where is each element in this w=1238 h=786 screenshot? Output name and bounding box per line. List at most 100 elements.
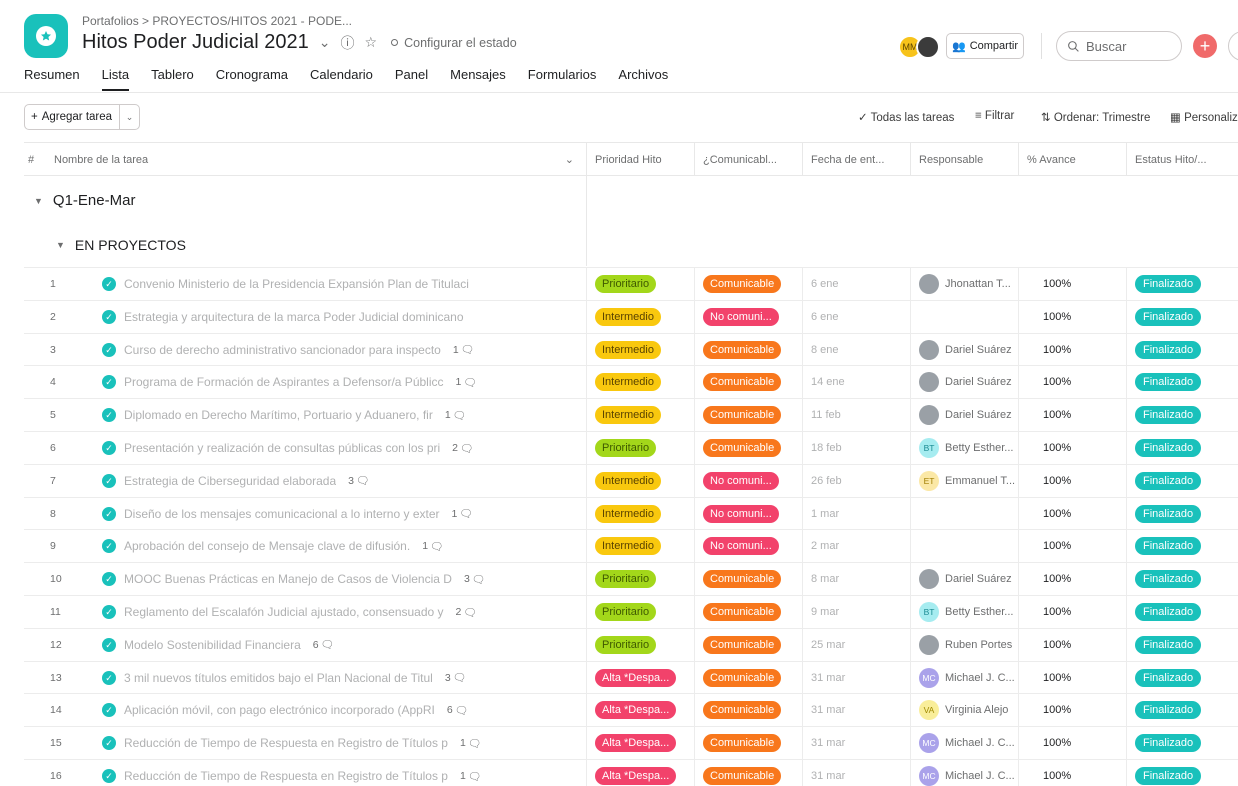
- status-cell[interactable]: Finalizado: [1126, 727, 1238, 760]
- assignee-cell[interactable]: MC Michael J. C...: [910, 760, 1018, 786]
- status-cell[interactable]: Finalizado: [1126, 268, 1238, 300]
- comment-count[interactable]: 1 🗨: [453, 343, 474, 357]
- tab-lista[interactable]: Lista: [101, 67, 130, 91]
- section-group[interactable]: ▼ EN PROYECTOS: [56, 237, 186, 253]
- due-date-cell[interactable]: 8 mar: [802, 563, 910, 596]
- assignee-cell[interactable]: ET Emmanuel T...: [910, 464, 1018, 497]
- comment-count[interactable]: 1 🗨: [452, 507, 473, 521]
- task-name[interactable]: 3 mil nuevos títulos emitidos bajo el Pl…: [124, 671, 433, 685]
- comment-count[interactable]: 1 🗨: [456, 376, 477, 389]
- due-date-cell[interactable]: 26 feb: [802, 464, 910, 497]
- task-name-cell[interactable]: ✓ Aplicación móvil, con pago electrónico …: [76, 694, 586, 726]
- info-icon[interactable]: ⓘ: [341, 33, 355, 53]
- task-name[interactable]: Estrategia y arquitectura de la marca Po…: [124, 310, 464, 324]
- priority-cell[interactable]: Intermedio: [586, 497, 694, 530]
- progress-cell[interactable]: 100%: [1018, 727, 1126, 760]
- assignee-cell[interactable]: [910, 497, 1018, 530]
- task-name-cell[interactable]: ✓ 3 mil nuevos títulos emitidos bajo el …: [76, 662, 586, 694]
- priority-cell[interactable]: Intermedio: [586, 399, 694, 432]
- communicable-cell[interactable]: Comunicable: [694, 333, 802, 366]
- communicable-cell[interactable]: Comunicable: [694, 366, 802, 399]
- progress-cell[interactable]: 100%: [1018, 596, 1126, 628]
- table-row[interactable]: 14 ✓ Aplicación móvil, con pago electrónic…: [24, 693, 1238, 727]
- progress-cell[interactable]: 100%: [1018, 563, 1126, 596]
- table-row[interactable]: 11 ✓ Reglamento del Escalafón Judicial aju…: [24, 595, 1238, 628]
- comment-count[interactable]: 2 🗨: [452, 442, 473, 455]
- assignee-cell[interactable]: Jhonattan T...: [910, 268, 1018, 300]
- check-icon[interactable]: ✓: [102, 572, 116, 587]
- status-cell[interactable]: Finalizado: [1126, 596, 1238, 628]
- task-name-cell[interactable]: ✓ Programa de Formación de Aspirantes a D…: [76, 366, 586, 398]
- check-icon[interactable]: ✓: [102, 703, 116, 718]
- col-due-date[interactable]: Fecha de ent...: [802, 143, 910, 176]
- task-name[interactable]: Aplicación móvil, con pago electrónico i…: [124, 703, 435, 717]
- assignee-cell[interactable]: BT Betty Esther...: [910, 432, 1018, 464]
- set-status-button[interactable]: Configurar el estado: [391, 36, 517, 50]
- table-row[interactable]: 12 ✓ Modelo Sostenibilidad Financiera 6 🗨 Pri…: [24, 627, 1238, 661]
- check-icon[interactable]: ✓: [102, 506, 116, 521]
- communicable-cell[interactable]: Comunicable: [694, 399, 802, 432]
- col-progress[interactable]: % Avance: [1018, 143, 1126, 176]
- share-button[interactable]: 👥 Compartir: [946, 33, 1024, 59]
- progress-cell[interactable]: 100%: [1018, 464, 1126, 497]
- due-date-cell[interactable]: 31 mar: [802, 694, 910, 727]
- task-name[interactable]: Estrategia de Ciberseguridad elaborada: [124, 474, 336, 488]
- assignee-cell[interactable]: Ruben Portes: [910, 628, 1018, 661]
- priority-cell[interactable]: Prioritario: [586, 432, 694, 464]
- tab-resumen[interactable]: Resumen: [24, 67, 80, 90]
- table-row[interactable]: 8 ✓ Diseño de los mensajes comunicacional …: [24, 496, 1238, 530]
- task-name-cell[interactable]: ✓ Aprobación del consejo de Mensaje clave…: [76, 530, 586, 562]
- task-name[interactable]: Aprobación del consejo de Mensaje clave …: [124, 539, 410, 553]
- status-cell[interactable]: Finalizado: [1126, 464, 1238, 497]
- tab-cronograma[interactable]: Cronograma: [216, 67, 288, 90]
- all-tasks-button[interactable]: ✓ Todas las tareas: [858, 110, 954, 124]
- priority-cell[interactable]: Alta *Despa...: [586, 727, 694, 760]
- tab-mensajes[interactable]: Mensajes: [450, 67, 506, 90]
- comment-count[interactable]: 1 🗨: [445, 409, 466, 422]
- assignee-cell[interactable]: Dariel Suárez: [910, 366, 1018, 399]
- comment-count[interactable]: 3 🗨: [348, 474, 369, 488]
- col-priority[interactable]: Prioridad Hito: [586, 143, 694, 176]
- communicable-cell[interactable]: Comunicable: [694, 694, 802, 727]
- task-name[interactable]: Diplomado en Derecho Marítimo, Portuario…: [124, 408, 433, 422]
- assignee-cell[interactable]: VA Virginia Alejo: [910, 694, 1018, 727]
- priority-cell[interactable]: Prioritario: [586, 563, 694, 596]
- task-name[interactable]: Convenio Ministerio de la Presidencia Ex…: [124, 277, 469, 291]
- col-communicable[interactable]: ¿Comunicabl...: [694, 143, 802, 176]
- table-row[interactable]: 4 ✓ Programa de Formación de Aspirantes a …: [24, 365, 1238, 399]
- section-quarter[interactable]: ▼ Q1-Ene-Mar: [34, 192, 135, 209]
- communicable-cell[interactable]: Comunicable: [694, 596, 802, 628]
- task-name-cell[interactable]: ✓ Estrategia de Ciberseguridad elaborada 3…: [76, 465, 586, 497]
- col-assignee[interactable]: Responsable: [910, 143, 1018, 176]
- table-row[interactable]: 5 ✓ Diplomado en Derecho Marítimo, Portuar…: [24, 398, 1238, 432]
- add-icon[interactable]: +: [1193, 34, 1217, 58]
- progress-cell[interactable]: 100%: [1018, 497, 1126, 530]
- task-name-cell[interactable]: ✓ Estrategia y arquitectura de la marca P…: [76, 301, 586, 333]
- status-cell[interactable]: Finalizado: [1126, 497, 1238, 530]
- progress-cell[interactable]: 100%: [1018, 694, 1126, 727]
- tab-panel[interactable]: Panel: [395, 67, 428, 90]
- assignee-cell[interactable]: [910, 530, 1018, 563]
- check-icon[interactable]: ✓: [102, 441, 116, 455]
- project-icon[interactable]: [24, 14, 68, 58]
- progress-cell[interactable]: 100%: [1018, 366, 1126, 399]
- priority-cell[interactable]: Prioritario: [586, 628, 694, 661]
- comment-count[interactable]: 1 🗨: [422, 540, 443, 553]
- priority-cell[interactable]: Intermedio: [586, 530, 694, 563]
- status-cell[interactable]: Finalizado: [1126, 563, 1238, 596]
- task-name[interactable]: Programa de Formación de Aspirantes a De…: [124, 375, 444, 389]
- task-name-cell[interactable]: ✓ Reglamento del Escalafón Judicial ajust…: [76, 596, 586, 628]
- progress-cell[interactable]: 100%: [1018, 760, 1126, 786]
- communicable-cell[interactable]: No comuni...: [694, 497, 802, 530]
- check-icon[interactable]: ✓: [102, 670, 116, 685]
- comment-count[interactable]: 3 🗨: [445, 671, 466, 685]
- chevron-down-icon[interactable]: ⌄: [319, 34, 331, 51]
- status-cell[interactable]: Finalizado: [1126, 760, 1238, 786]
- task-name[interactable]: Presentación y realización de consultas …: [124, 441, 440, 455]
- col-task-name[interactable]: Nombre de la tarea ⌄: [50, 143, 586, 176]
- caret-down-icon[interactable]: ▼: [34, 196, 43, 206]
- task-name[interactable]: Curso de derecho administrativo sanciona…: [124, 343, 441, 357]
- communicable-cell[interactable]: No comuni...: [694, 530, 802, 563]
- task-name[interactable]: MOOC Buenas Prácticas en Manejo de Casos…: [124, 572, 452, 586]
- comment-count[interactable]: 1 🗨: [460, 737, 481, 750]
